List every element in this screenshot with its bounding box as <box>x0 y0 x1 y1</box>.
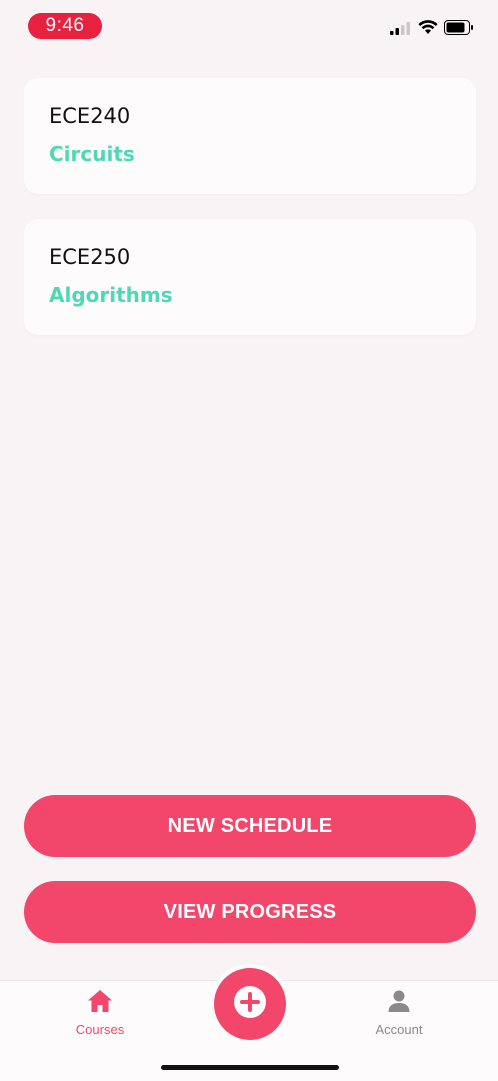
home-indicator <box>161 1065 339 1070</box>
status-time: 9:46 <box>28 13 102 39</box>
add-course-button[interactable] <box>214 968 286 1040</box>
view-progress-button[interactable]: VIEW PROGRESS <box>24 881 476 943</box>
course-code: ECE240 <box>49 104 131 128</box>
signal-icon <box>390 21 412 40</box>
course-card-ece250[interactable]: ECE250 Algorithms <box>24 219 476 335</box>
home-icon <box>87 989 113 1018</box>
status-bar: 9:46 <box>0 0 498 56</box>
plus-icon <box>232 984 268 1025</box>
course-card-ece240[interactable]: ECE240 Circuits <box>24 78 476 194</box>
battery-icon <box>444 20 474 40</box>
tab-courses-label: Courses <box>75 1022 125 1037</box>
person-icon <box>387 989 411 1018</box>
wifi-icon <box>418 20 438 40</box>
tab-courses[interactable]: Courses <box>50 989 150 1037</box>
course-name: Circuits <box>49 142 135 166</box>
course-name: Algorithms <box>49 283 173 307</box>
new-schedule-button[interactable]: NEW SCHEDULE <box>24 795 476 857</box>
status-icons <box>390 20 474 40</box>
tab-account[interactable]: Account <box>349 989 449 1037</box>
tab-account-label: Account <box>375 1022 423 1037</box>
course-code: ECE250 <box>49 245 131 269</box>
